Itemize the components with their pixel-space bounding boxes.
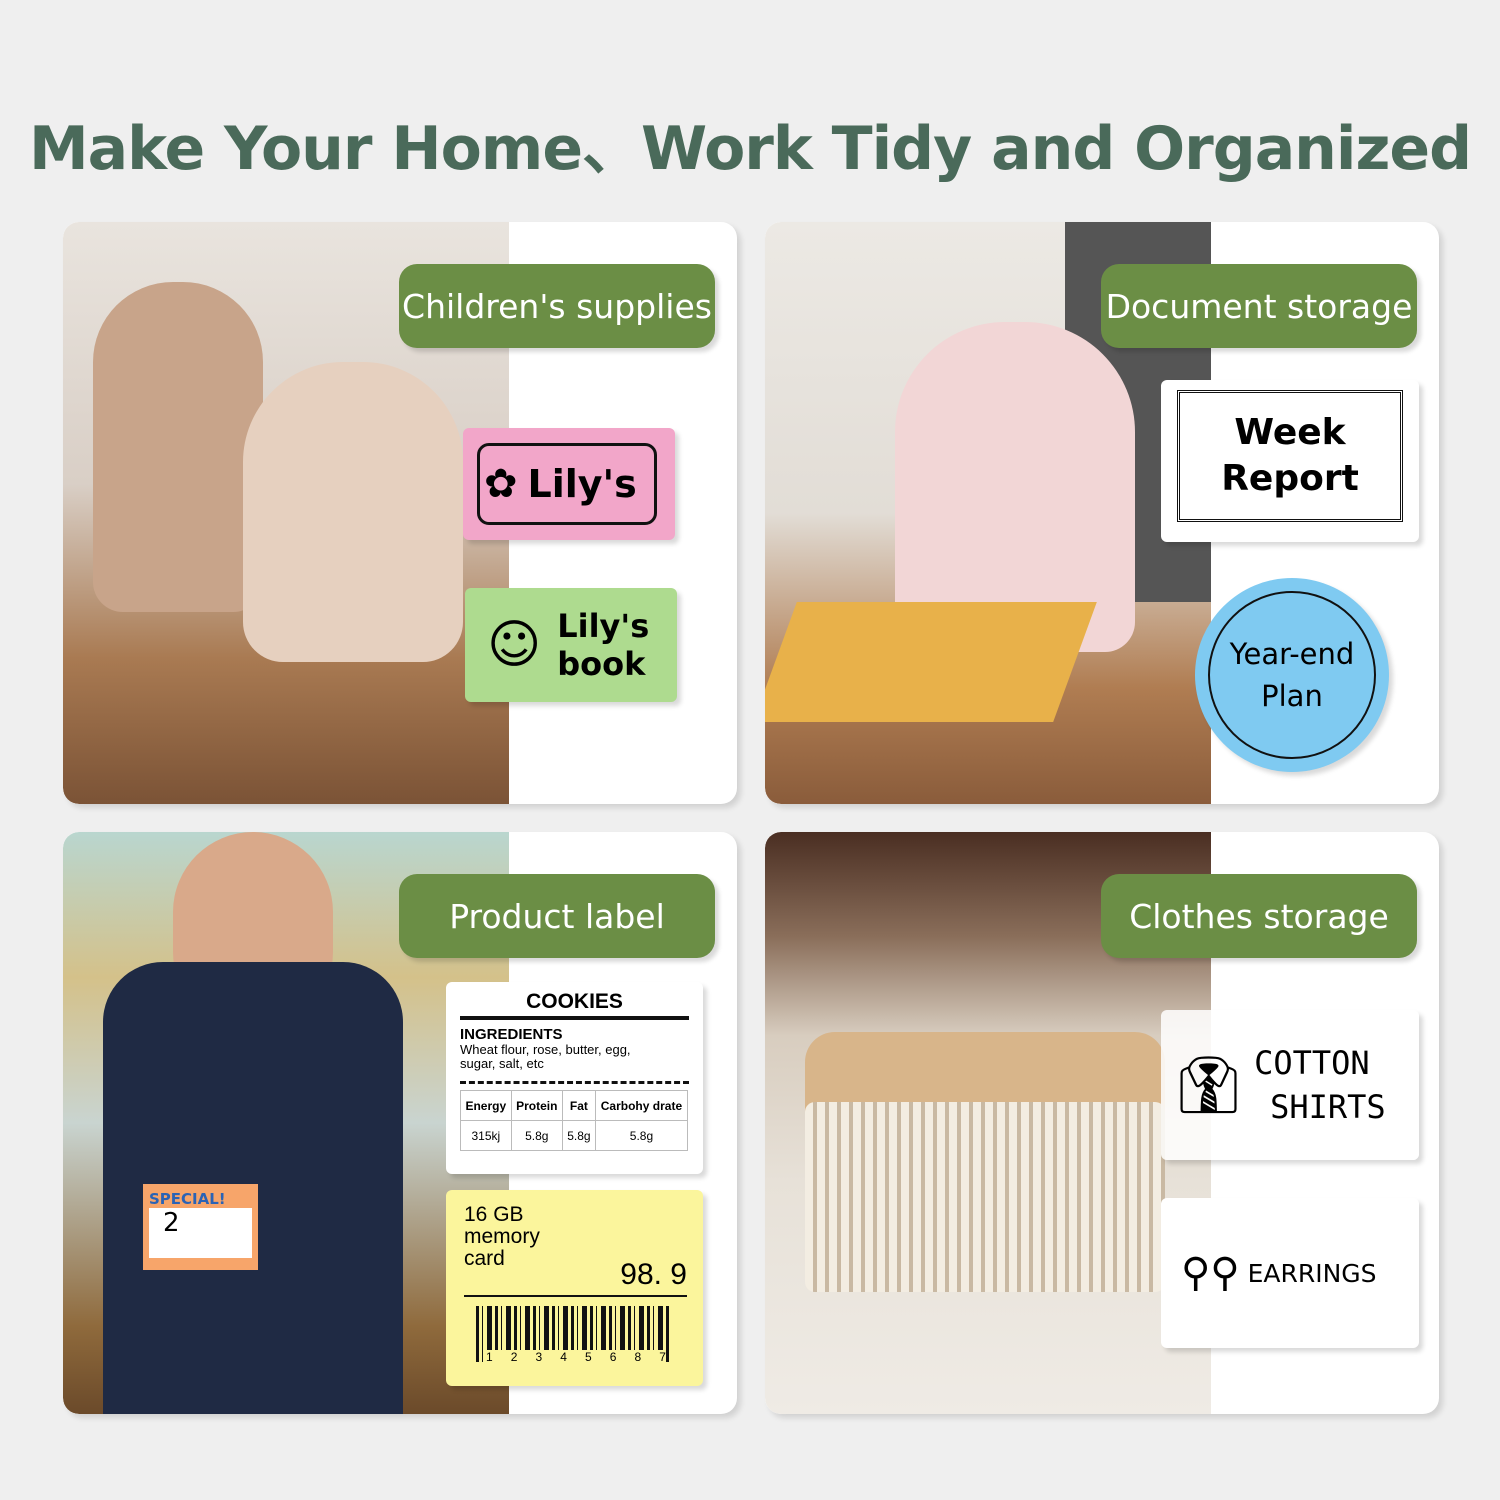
card-product-label: SPECIAL! 2 Product label COOKIES INGREDI… [63, 832, 737, 1414]
label-cookies-nutrition: COOKIES INGREDIENTS Wheat flour, rose, b… [446, 982, 703, 1174]
barcode-digit: 1 [486, 1350, 493, 1364]
barcode-digit: 8 [634, 1350, 642, 1364]
barcode-digit: 3 [535, 1350, 543, 1364]
barcode-digit: 6 [609, 1350, 617, 1364]
label-year-end-plan: Year-end Plan [1195, 578, 1389, 772]
label-week-report: Week Report [1161, 380, 1419, 542]
ornate-frame-icon: Week Report [1177, 390, 1403, 522]
label-lilys-book-green: ☺ Lily's book [465, 588, 677, 702]
label-lilys-pink: ✿ Lily's [463, 428, 675, 540]
category-pill: Children's supplies [399, 264, 715, 348]
label-cotton-shirts: 👔︎ COTTON SHIRTS [1161, 1010, 1419, 1160]
category-pill: Product label [399, 874, 715, 958]
card-childrens-supplies: Children's supplies ✿ Lily's ☺ Lily's boo… [63, 222, 737, 804]
earrings-icon: ⚲⚲ [1181, 1250, 1240, 1296]
barcode-digit: 5 [585, 1350, 592, 1364]
barcode-digit: 7 [659, 1350, 666, 1364]
flower-icon: ✿ [484, 461, 518, 507]
card-clothes-storage: Clothes storage 👔︎ COTTON SHIRTS ⚲⚲ EARRI… [765, 832, 1439, 1414]
girl-face-icon: ☺ [487, 615, 542, 675]
shirt-icon: 👔︎ [1173, 1053, 1245, 1118]
category-pill: Clothes storage [1101, 874, 1417, 958]
category-pill: Document storage [1101, 264, 1417, 348]
nutrition-table: Energy Protein Fat Carbohy drate 315kj 5.8g 5… [460, 1090, 689, 1151]
barcode-digit: 2 [510, 1350, 518, 1364]
barcode-digit: 4 [560, 1350, 567, 1364]
special-sign: SPECIAL! 2 [143, 1184, 258, 1270]
laurel-wreath-icon: Year-end Plan [1208, 591, 1376, 759]
label-earrings: ⚲⚲ EARRINGS [1161, 1198, 1419, 1348]
card-document-storage: Document storage Week Report Year-end Plan [765, 222, 1439, 804]
page-title: Make Your Home、Work Tidy and Organized [28, 114, 1472, 184]
label-price-tag: 16 GB memory card 98. 9 12345687 [446, 1190, 703, 1386]
